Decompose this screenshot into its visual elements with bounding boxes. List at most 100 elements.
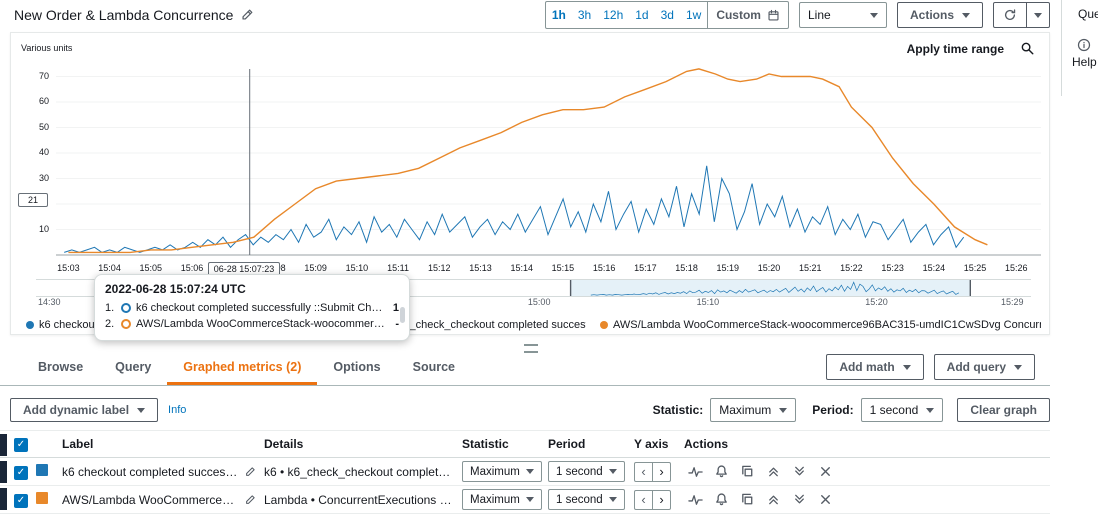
info-icon[interactable] — [1077, 38, 1091, 52]
time-range-1h[interactable]: 1h — [546, 8, 572, 22]
magnifier-icon[interactable] — [1020, 41, 1035, 56]
move-down-icon[interactable] — [792, 464, 807, 479]
graphed-metrics-table: Label Details Statistic Period Y axis Ac… — [0, 430, 1050, 514]
tab-source[interactable]: Source — [397, 353, 471, 385]
pulse-icon[interactable] — [688, 464, 703, 479]
period-select[interactable]: 1 second — [861, 398, 944, 422]
left-edge-mark — [0, 488, 7, 510]
remove-icon[interactable] — [818, 464, 833, 479]
clear-graph-button[interactable]: Clear graph — [957, 398, 1050, 422]
alarm-bell-icon[interactable] — [714, 492, 729, 507]
move-down-icon[interactable] — [792, 492, 807, 507]
row-period-value: 1 second — [556, 466, 603, 478]
select-all-checkbox[interactable] — [14, 438, 28, 452]
series-marker-blue — [121, 303, 131, 313]
series-color-swatch[interactable] — [36, 492, 48, 504]
legend-label: AWS/Lambda WooCommerceStack-woocommerce9… — [613, 319, 1041, 331]
brush-tick-label: 15:29 — [1001, 297, 1024, 307]
actions-button[interactable]: Actions — [897, 2, 983, 28]
help-link[interactable]: Help — [1072, 55, 1097, 69]
series-dot-orange — [600, 321, 608, 329]
brush-selection[interactable] — [571, 280, 971, 296]
info-link[interactable]: Info — [168, 404, 186, 416]
edit-label-icon[interactable] — [244, 466, 256, 478]
chevron-down-icon — [870, 13, 878, 18]
move-up-icon[interactable] — [766, 464, 781, 479]
add-math-button[interactable]: Add math — [826, 354, 923, 380]
metrics-chart[interactable] — [56, 61, 1041, 261]
left-edge-mark — [0, 461, 7, 483]
y-tick-label: 60 — [11, 96, 49, 106]
add-query-button[interactable]: Add query — [934, 354, 1035, 380]
x-tick-label: 15:17 — [625, 263, 665, 273]
tab-options[interactable]: Options — [317, 353, 396, 385]
row-statistic-value: Maximum — [470, 494, 520, 506]
y-tick-label: 30 — [11, 173, 49, 183]
custom-label: Custom — [716, 8, 761, 22]
time-range-3h[interactable]: 3h — [572, 8, 597, 22]
chevron-down-icon — [609, 497, 617, 502]
tooltip-row: 2. AWS/Lambda WooCommerceStack-woocommer… — [105, 316, 399, 332]
time-range-custom-button[interactable]: Custom — [707, 2, 788, 28]
y-axis-left-button[interactable]: ‹ — [635, 463, 652, 481]
apply-time-range-label[interactable]: Apply time range — [907, 42, 1004, 56]
refresh-button[interactable] — [993, 2, 1027, 28]
series-color-swatch[interactable] — [36, 464, 48, 476]
move-up-icon[interactable] — [766, 492, 781, 507]
time-range-12h[interactable]: 12h — [597, 8, 629, 22]
y-axis-left-button[interactable]: ‹ — [635, 491, 652, 509]
row-checkbox[interactable] — [14, 466, 28, 480]
chart-type-select[interactable]: Line — [799, 2, 887, 28]
tab-browse[interactable]: Browse — [22, 353, 99, 385]
y-axis-right-button[interactable]: › — [652, 463, 670, 481]
row-statistic-select[interactable]: Maximum — [462, 461, 542, 482]
edit-title-icon[interactable] — [240, 8, 254, 22]
queries-panel-tab[interactable]: Queries — [1078, 7, 1098, 21]
alarm-bell-icon[interactable] — [714, 464, 729, 479]
right-rail: Queries Help — [1061, 0, 1098, 96]
column-header-yaxis: Y axis — [634, 437, 684, 451]
add-dynamic-label-button[interactable]: Add dynamic label — [10, 398, 158, 422]
legend-item[interactable]: AWS/Lambda WooCommerceStack-woocommerce9… — [600, 319, 1041, 331]
row-period-select[interactable]: 1 second — [548, 461, 625, 482]
time-range-3d[interactable]: 3d — [655, 8, 680, 22]
refresh-options-button[interactable] — [1026, 2, 1050, 28]
tab-graphed-metrics[interactable]: Graphed metrics (2) — [167, 353, 317, 385]
x-tick-label: 15:23 — [873, 263, 913, 273]
x-tick-label: 15:14 — [502, 263, 542, 273]
metric-details: Lambda • ConcurrentExecutions • Function… — [264, 493, 462, 507]
tab-query[interactable]: Query — [99, 353, 167, 385]
x-tick-label: 15:06 — [172, 263, 212, 273]
metric-row: AWS/Lambda WooCommerceStack-wo... Lambda… — [0, 486, 1050, 514]
chevron-down-icon — [903, 365, 911, 370]
statistic-label: Statistic: — [653, 403, 704, 417]
remove-icon[interactable] — [818, 492, 833, 507]
row-period-select[interactable]: 1 second — [548, 489, 625, 510]
y-axis-right-button[interactable]: › — [652, 491, 670, 509]
tooltip-scrollbar[interactable] — [400, 307, 405, 323]
tooltip-row: 1. k6 checkout completed successfully ::… — [105, 300, 399, 316]
edit-label-icon[interactable] — [244, 494, 256, 506]
statistic-value: Maximum — [719, 403, 771, 417]
pulse-icon[interactable] — [688, 492, 703, 507]
y-axis-unit-label: Various units — [21, 43, 72, 53]
add-math-label: Add math — [839, 360, 894, 374]
row-checkbox[interactable] — [14, 494, 28, 508]
y-tick-label: 50 — [11, 122, 49, 132]
duplicate-icon[interactable] — [740, 464, 755, 479]
row-statistic-select[interactable]: Maximum — [462, 489, 542, 510]
statistic-select[interactable]: Maximum — [710, 398, 796, 422]
time-range-1w[interactable]: 1w — [680, 8, 707, 22]
tooltip-value: - — [395, 318, 399, 330]
x-tick-label: 15:12 — [419, 263, 459, 273]
cloudwatch-metrics-screen: New Order & Lambda Concurrence 1h 3h 12h… — [0, 0, 1098, 516]
refresh-control — [993, 2, 1050, 28]
x-tick-label: 15:21 — [790, 263, 830, 273]
chevron-down-icon — [1034, 13, 1042, 18]
duplicate-icon[interactable] — [740, 492, 755, 507]
x-tick-label: 15:10 — [337, 263, 377, 273]
resize-handle[interactable] — [524, 344, 538, 353]
tooltip-timestamp: 2022-06-28 15:07:24 UTC — [105, 282, 399, 296]
time-range-1d[interactable]: 1d — [629, 8, 654, 22]
brush-tick-label: 14:30 — [38, 297, 61, 307]
